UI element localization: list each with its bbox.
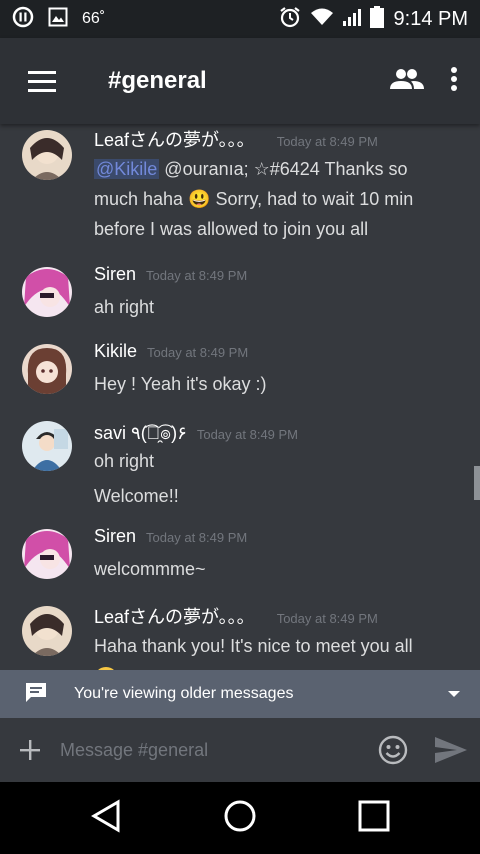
battery-icon bbox=[369, 6, 384, 32]
message-text: @ouranıa; ☆#6424 Thanks so bbox=[159, 159, 408, 179]
avatar[interactable] bbox=[22, 344, 72, 394]
scrollbar-thumb[interactable] bbox=[474, 466, 480, 500]
chat-bubble-icon bbox=[24, 681, 48, 707]
message-line: before I was allowed to join you all bbox=[94, 219, 369, 239]
recents-icon[interactable] bbox=[358, 800, 390, 836]
user-mention[interactable]: @Kikile bbox=[94, 159, 160, 179]
pause-icon bbox=[12, 6, 34, 32]
hamburger-menu-icon[interactable] bbox=[14, 53, 70, 109]
timestamp: Today at 8:49 PM bbox=[276, 611, 378, 626]
timestamp: Today at 8:49 PM bbox=[276, 134, 378, 149]
timestamp: Today at 8:49 PM bbox=[146, 268, 248, 283]
author-name[interactable]: Kikile bbox=[94, 341, 137, 362]
author-name[interactable]: Leafさんの夢が。。。 bbox=[94, 603, 255, 629]
status-bar: 66˚ 9:14 PM bbox=[0, 0, 480, 38]
author-name[interactable]: savi ٩(͡๏̯͡๏)۶ bbox=[94, 418, 187, 447]
author-name[interactable]: Siren bbox=[94, 526, 136, 547]
timestamp: Today at 8:49 PM bbox=[147, 345, 249, 360]
message-line: Haha thank you! It's nice to meet you al… bbox=[94, 636, 413, 656]
system-navigation-bar bbox=[0, 782, 480, 854]
message-input[interactable] bbox=[60, 730, 364, 770]
wifi-icon bbox=[310, 7, 334, 31]
message-list[interactable]: Leafさんの夢が。。。 Today at 8:49 PM @Kikile @o… bbox=[0, 124, 480, 670]
message-line: Hey ! Yeah it's okay :) bbox=[94, 374, 267, 394]
back-icon[interactable] bbox=[90, 799, 122, 837]
message-composer bbox=[0, 718, 480, 782]
avatar[interactable] bbox=[22, 606, 72, 656]
author-name[interactable]: Siren bbox=[94, 264, 136, 285]
message-line: much haha 😃 Sorry, had to wait 10 min bbox=[94, 189, 414, 209]
alarm-icon bbox=[278, 5, 302, 33]
signal-icon bbox=[342, 7, 362, 31]
older-messages-text: You're viewing older messages bbox=[74, 685, 294, 702]
older-messages-banner[interactable]: You're viewing older messages bbox=[0, 670, 480, 718]
home-icon[interactable] bbox=[223, 799, 257, 837]
message-line: oh right bbox=[94, 451, 155, 471]
send-icon[interactable] bbox=[422, 718, 480, 782]
chevron-down-icon[interactable] bbox=[448, 691, 460, 697]
message-line: welcommme~ bbox=[94, 559, 206, 579]
image-icon bbox=[48, 7, 68, 31]
temperature: 66˚ bbox=[82, 10, 106, 27]
message-line: @Kikile @ouranıa; ☆#6424 Thanks so bbox=[94, 154, 460, 184]
people-icon[interactable] bbox=[390, 67, 424, 95]
avatar[interactable] bbox=[22, 421, 72, 471]
avatar[interactable] bbox=[22, 267, 72, 317]
app-bar: #general bbox=[0, 38, 480, 124]
timestamp: Today at 8:49 PM bbox=[146, 530, 248, 545]
avatar[interactable] bbox=[22, 529, 72, 579]
emoji-picker-icon[interactable] bbox=[364, 718, 422, 782]
message-line: ah right bbox=[94, 297, 155, 317]
add-attachment-icon[interactable] bbox=[0, 718, 60, 782]
avatar[interactable] bbox=[22, 130, 72, 180]
timestamp: Today at 8:49 PM bbox=[196, 427, 299, 442]
clock: 9:14 PM bbox=[393, 7, 468, 30]
channel-title: #general bbox=[108, 67, 207, 94]
author-name[interactable]: Leafさんの夢が。。。 bbox=[94, 126, 255, 152]
more-vert-icon[interactable] bbox=[450, 66, 458, 96]
message-line: Welcome!! bbox=[94, 486, 179, 506]
